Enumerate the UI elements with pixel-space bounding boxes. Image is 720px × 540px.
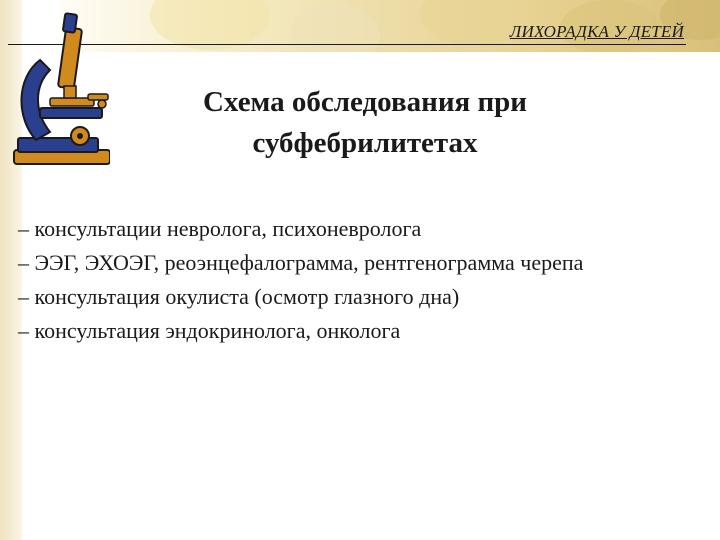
- examination-list: – консультации невролога, психоневролога…: [18, 212, 698, 348]
- microscope-icon: [13, 12, 110, 165]
- header-title: ЛИХОРАДКА У ДЕТЕЙ: [509, 22, 684, 41]
- slide-title-line-1: Схема обследования при: [202, 86, 528, 118]
- list-item: – консультации невролога, психоневролога: [18, 216, 422, 241]
- slide-title: Схема обследования при субфебрилитетах: [100, 82, 630, 164]
- list-item: – консультация окулиста (осмотр глазного…: [18, 284, 460, 309]
- slide-title-line-2: субфебрилитетах: [252, 127, 478, 159]
- list-item: – ЭЭГ, ЭХОЭГ, реоэнцефалограмма, рентген…: [18, 250, 584, 275]
- list-item: – консультация эндокринолога, онколога: [18, 318, 401, 343]
